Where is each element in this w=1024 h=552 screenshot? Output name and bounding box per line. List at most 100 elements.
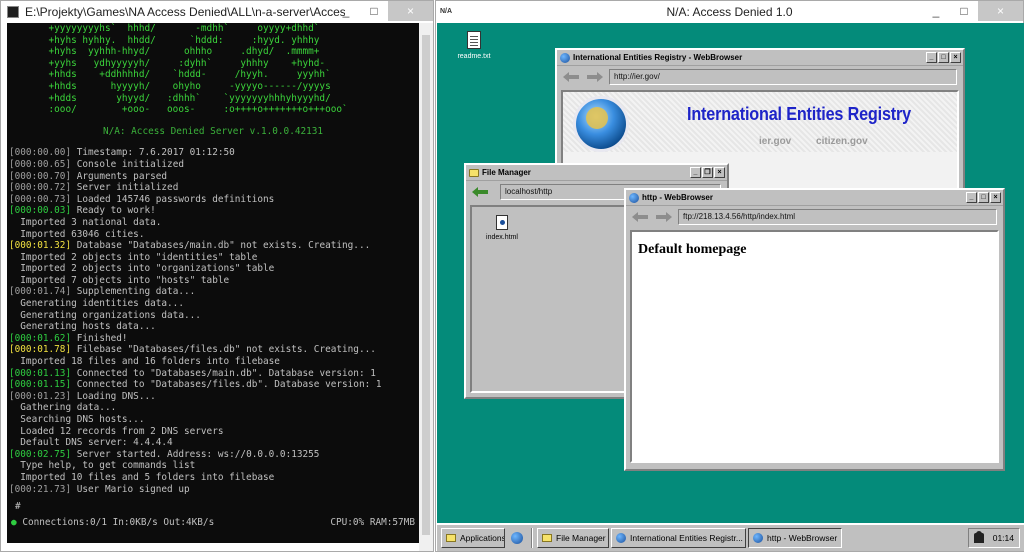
close-button[interactable]: ×	[978, 1, 1023, 21]
status-resources: CPU:0% RAM:57MB	[330, 517, 415, 528]
maximize-button[interactable]: □	[950, 1, 978, 21]
back-arrow-icon[interactable]	[563, 72, 581, 82]
console-scrollbar[interactable]	[419, 23, 433, 551]
taskbar-separator	[531, 528, 533, 548]
globe-icon	[616, 533, 626, 543]
globe-icon	[560, 53, 570, 63]
desktop-area[interactable]: readme.txt International Entities Regist…	[437, 23, 1024, 523]
ier-toolbar: http://ier.gov/	[557, 66, 963, 88]
globe-icon	[753, 533, 763, 543]
ier-link-citizen[interactable]: citizen.gov	[816, 136, 868, 147]
http-browser-window[interactable]: http - WebBrowser _ □ × ftp://218.13.4.5…	[624, 188, 1005, 471]
log-text: Finished!	[71, 332, 128, 344]
forward-arrow-icon[interactable]	[585, 72, 603, 82]
back-arrow-icon[interactable]	[472, 187, 490, 197]
close-button[interactable]: ×	[388, 1, 433, 21]
log-line: Generating hosts data...	[7, 321, 419, 333]
minimize-button[interactable]: _	[966, 192, 977, 203]
maximize-button[interactable]: ❐	[702, 167, 713, 178]
taskbar-item-file-manager[interactable]: File Manager	[537, 528, 609, 548]
desktop-file-label: readme.txt	[457, 53, 491, 60]
log-timestamp: [000:01.62]	[9, 332, 72, 344]
log-line: [000:00.72] Server initialized	[7, 182, 419, 194]
console-title: E:\Projekty\Games\NA Access Denied\ALL\n…	[25, 5, 345, 19]
log-timestamp: [000:01.13]	[9, 367, 72, 379]
log-line: Imported 7 objects into "hosts" table	[7, 275, 419, 287]
globe-icon	[629, 193, 639, 203]
http-address-bar[interactable]: ftp://218.13.4.56/http/index.html	[678, 209, 997, 225]
folder-icon	[446, 534, 456, 542]
file-item-index[interactable]: index.html	[482, 215, 522, 241]
fm-titlebar[interactable]: File Manager _ ❐ ×	[466, 165, 727, 181]
scrollbar-thumb[interactable]	[422, 35, 430, 535]
minimize-button[interactable]: _	[926, 52, 937, 63]
http-titlebar[interactable]: http - WebBrowser _ □ ×	[626, 190, 1003, 206]
log-timestamp: [000:00.70]	[9, 170, 72, 182]
console-app-icon	[7, 6, 19, 18]
ascii-line: +hhds hyyyyh/ ohyho -yyyyo------/yyyys	[9, 80, 331, 92]
log-line: Loaded 12 records from 2 DNS servers	[7, 426, 419, 438]
taskbar-clock: 01:14	[968, 528, 1020, 548]
ier-banner: International Entities Registry ier.gov …	[563, 92, 957, 152]
log-text: Ready to work!	[71, 205, 156, 217]
game-titlebar[interactable]: N/A N/A: Access Denied 1.0 _ □ ×	[436, 1, 1023, 23]
browser-quicklaunch-icon[interactable]	[511, 532, 523, 544]
minimize-button[interactable]: _	[922, 1, 950, 21]
console-window[interactable]: E:\Projekty\Games\NA Access Denied\ALL\n…	[0, 0, 434, 552]
console-output[interactable]: +yyyyyyyyhs` hhhd/ -mdhh` oyyyy+dhhd` +h…	[7, 23, 419, 543]
log-text: Searching DNS hosts...	[9, 414, 145, 425]
minimize-button[interactable]: _	[332, 1, 360, 21]
log-line: Imported 3 national data.	[7, 217, 419, 229]
minimize-button[interactable]: _	[690, 167, 701, 178]
taskbar: Applications File Manager International …	[437, 523, 1024, 551]
log-text: Default DNS server: 4.4.4.4	[9, 437, 173, 449]
ascii-line: +hyhs hyhhy. hhdd/ `hddd: :hyyd. yhhhy	[9, 34, 320, 46]
log-text: Gathering data...	[9, 402, 117, 414]
log-line: Imported 63046 cities.	[7, 229, 419, 241]
game-window[interactable]: N/A N/A: Access Denied 1.0 _ □ × readme.…	[435, 0, 1024, 552]
back-arrow-icon[interactable]	[632, 212, 650, 222]
applications-button[interactable]: Applications	[441, 528, 505, 548]
log-timestamp: [000:00.03]	[9, 205, 72, 217]
taskbar-item-http[interactable]: http - WebBrowser	[748, 528, 842, 548]
log-line: [000:00.03] Ready to work!	[7, 205, 419, 217]
log-text: Arguments parsed	[71, 170, 168, 182]
close-button[interactable]: ×	[950, 52, 961, 63]
log-text: User Mario signed up	[71, 483, 190, 495]
log-line: [000:01.32] Database "Databases/main.db"…	[7, 240, 419, 252]
maximize-button[interactable]: □	[938, 52, 949, 63]
close-button[interactable]: ×	[990, 192, 1001, 203]
log-line: [000:00.70] Arguments parsed	[7, 171, 419, 183]
log-text: Loading DNS...	[71, 390, 156, 402]
command-prompt[interactable]: #	[15, 501, 21, 513]
ier-links: ier.gov citizen.gov	[759, 136, 890, 147]
http-toolbar: ftp://218.13.4.56/http/index.html	[626, 206, 1003, 228]
log-text: Imported 2 objects into "identities" tab…	[9, 251, 258, 263]
log-text: Generating hosts data...	[9, 321, 156, 333]
log-text: Type help, to get commands list	[9, 460, 196, 472]
ier-titlebar[interactable]: International Entities Registry - WebBro…	[557, 50, 963, 66]
taskbar-item-ier[interactable]: International Entities Registr...	[611, 528, 746, 548]
server-banner: N/A: Access Denied Server v.1.0.0.42131	[102, 125, 324, 137]
ascii-line: +hhds +ddhhhhd/ `hddd- /hyyh. yyyhh`	[9, 69, 331, 81]
folder-icon	[542, 534, 552, 542]
log-text: Imported 7 objects into "hosts" table	[9, 274, 230, 286]
log-text: Server initialized	[71, 182, 179, 194]
close-button[interactable]: ×	[714, 167, 725, 178]
ier-link-ier[interactable]: ier.gov	[759, 136, 791, 147]
log-line: Type help, to get commands list	[7, 460, 419, 472]
ier-title: International Entities Registry - WebBro…	[573, 53, 743, 62]
log-line: Imported 2 objects into "identities" tab…	[7, 252, 419, 264]
maximize-button[interactable]: □	[978, 192, 989, 203]
ier-address-bar[interactable]: http://ier.gov/	[609, 69, 957, 85]
log-text: Database "Databases/main.db" not exists.…	[71, 240, 371, 252]
console-titlebar[interactable]: E:\Projekty\Games\NA Access Denied\ALL\n…	[1, 1, 433, 23]
forward-arrow-icon[interactable]	[654, 212, 672, 222]
status-bar: ● Connections:0/1 In:0KB/s Out:4KB/s CPU…	[7, 517, 419, 531]
log-text: Loaded 145746 passwords definitions	[71, 193, 275, 205]
desktop-file-readme[interactable]: readme.txt	[449, 31, 499, 60]
log-text: Filebase "Databases/files.db" not exists…	[71, 344, 376, 356]
maximize-button[interactable]: □	[360, 1, 388, 21]
log-timestamp: [000:21.73]	[9, 483, 72, 495]
taskbar-item-label: International Entities Registr...	[630, 533, 743, 543]
